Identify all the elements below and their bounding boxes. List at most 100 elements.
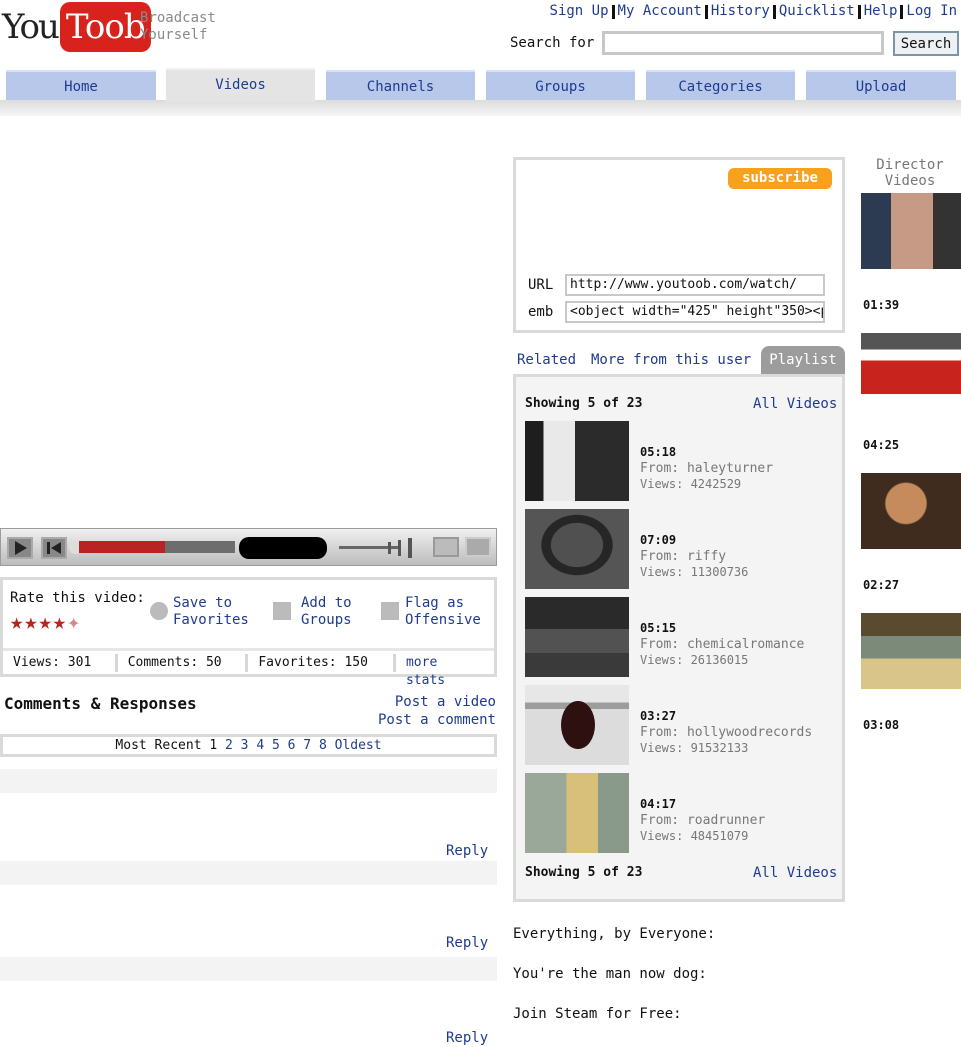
- stats-row: Views: 301 Comments: 50 Favorites: 150 m…: [3, 648, 494, 688]
- signup-link[interactable]: Sign Up: [550, 3, 609, 19]
- views-count: Views: 301: [3, 653, 118, 672]
- playlist-item[interactable]: 05:18 From: haleyturner Views: 4242529: [525, 421, 835, 501]
- favorites-count: Favorites: 150: [248, 653, 396, 672]
- video-duration: 05:15: [640, 621, 677, 635]
- progress-bar[interactable]: [79, 541, 235, 553]
- video-views: Views: 48451079: [640, 829, 749, 843]
- tab-playlist[interactable]: Playlist: [761, 346, 845, 374]
- tab-videos[interactable]: Videos: [166, 68, 315, 102]
- pager-page-link[interactable]: 2: [225, 738, 233, 753]
- tab-upload[interactable]: Upload: [806, 70, 956, 100]
- link-separator: [900, 5, 904, 19]
- video-area[interactable]: [0, 128, 497, 526]
- promo-steam[interactable]: Join Steam for Free:: [513, 1006, 682, 1022]
- video-thumbnail[interactable]: [525, 773, 629, 853]
- quicklist-link[interactable]: Quicklist: [779, 3, 855, 19]
- link-separator: [611, 5, 615, 19]
- star-icon[interactable]: ★: [39, 610, 53, 635]
- video-uploader: From: hollywoodrecords: [640, 725, 813, 740]
- history-link[interactable]: History: [711, 3, 770, 19]
- star-icon[interactable]: ★: [53, 610, 67, 635]
- search-input[interactable]: [602, 31, 884, 55]
- all-videos-link[interactable]: All Videos: [753, 865, 837, 881]
- my-account-link[interactable]: My Account: [618, 3, 702, 19]
- pager-page-link[interactable]: 5: [272, 738, 280, 753]
- help-link[interactable]: Help: [864, 3, 898, 19]
- link-separator: [857, 5, 861, 19]
- post-comment-link[interactable]: Post a comment: [378, 712, 496, 728]
- video-thumbnail[interactable]: [525, 597, 629, 677]
- pager-page-link[interactable]: 8: [319, 738, 327, 753]
- video-uploader: From: chemicalromance: [640, 637, 805, 652]
- rewind-icon: [47, 542, 61, 554]
- fullscreen-icon[interactable]: [433, 537, 459, 557]
- star-icon[interactable]: ★: [24, 610, 38, 635]
- main-nav: Home Videos Channels Groups Categories U…: [0, 68, 961, 116]
- reply-link[interactable]: Reply: [446, 1030, 488, 1046]
- window-icon[interactable]: [465, 537, 491, 557]
- showing-count: Showing 5 of 23: [525, 396, 643, 411]
- post-video-link[interactable]: Post a video: [395, 694, 496, 710]
- time-display: [239, 537, 327, 559]
- promo-man-now-dog[interactable]: You're the man now dog:: [513, 966, 707, 982]
- playlist-item[interactable]: 07:09 From: riffy Views: 11300736: [525, 509, 835, 589]
- director-video-thumbnail[interactable]: [861, 473, 961, 549]
- rewind-button[interactable]: [41, 537, 67, 559]
- video-thumbnail[interactable]: [525, 421, 629, 501]
- subscribe-button[interactable]: subscribe: [728, 168, 832, 189]
- search-button[interactable]: Search: [893, 31, 959, 56]
- tab-groups[interactable]: Groups: [486, 70, 635, 100]
- tab-related[interactable]: Related: [517, 352, 576, 368]
- pager-page-link[interactable]: 3: [241, 738, 249, 753]
- link-separator: [704, 5, 708, 19]
- add-to-groups-link[interactable]: Add to Groups: [301, 595, 371, 629]
- all-videos-link[interactable]: All Videos: [753, 396, 837, 412]
- volume-icon[interactable]: [386, 538, 416, 558]
- star-icon[interactable]: ★: [10, 610, 24, 635]
- logo[interactable]: You Toob: [2, 2, 151, 52]
- login-link[interactable]: Log In: [906, 3, 957, 19]
- flag-offensive-link[interactable]: Flag as Offensive: [405, 595, 495, 629]
- star-rating[interactable]: ★★★★✦: [10, 610, 81, 635]
- progress-fill: [79, 541, 165, 553]
- tab-channels[interactable]: Channels: [326, 70, 475, 100]
- link-separator: [772, 5, 776, 19]
- promo-everything[interactable]: Everything, by Everyone:: [513, 926, 715, 942]
- tab-categories[interactable]: Categories: [646, 70, 795, 100]
- logo-toob: Toob: [59, 2, 151, 52]
- half-star-icon[interactable]: ✦: [67, 610, 81, 635]
- pager-page-link[interactable]: 6: [288, 738, 296, 753]
- reply-link[interactable]: Reply: [446, 935, 488, 951]
- director-video-duration: 04:25: [863, 438, 900, 452]
- video-views: Views: 91532133: [640, 741, 749, 755]
- pager-page-link[interactable]: 4: [256, 738, 264, 753]
- more-stats-link[interactable]: more stats: [396, 654, 494, 688]
- pager-current: 1: [209, 738, 218, 753]
- heart-icon: [150, 602, 168, 620]
- tab-home[interactable]: Home: [6, 70, 156, 100]
- play-button[interactable]: [7, 537, 33, 559]
- video-views: Views: 26136015: [640, 653, 749, 667]
- comment-header-bar: [0, 957, 497, 981]
- video-uploader: From: riffy: [640, 549, 727, 564]
- video-thumbnail[interactable]: [525, 509, 629, 589]
- pager-oldest-link[interactable]: Oldest: [335, 738, 382, 753]
- pager-page-link[interactable]: 7: [303, 738, 311, 753]
- playlist-item[interactable]: 04:17 From: roadrunner Views: 48451079: [525, 773, 835, 853]
- save-to-favorites-link[interactable]: Save to Favorites: [173, 595, 263, 629]
- showing-count: Showing 5 of 23: [525, 865, 643, 880]
- top-links: Sign Up My Account History Quicklist Hel…: [550, 3, 957, 19]
- tab-more-from-user[interactable]: More from this user: [591, 352, 751, 368]
- player-controls: [0, 528, 497, 566]
- video-thumbnail[interactable]: [525, 685, 629, 765]
- director-video-duration: 03:08: [863, 718, 900, 732]
- director-video-thumbnail[interactable]: [861, 193, 961, 269]
- director-video-thumbnail[interactable]: [861, 333, 961, 409]
- director-video-thumbnail[interactable]: [861, 613, 961, 689]
- reply-link[interactable]: Reply: [446, 843, 488, 859]
- pager-most-recent: Most Recent: [115, 738, 202, 753]
- playlist-item[interactable]: 03:27 From: hollywoodrecords Views: 9153…: [525, 685, 835, 765]
- playlist-item[interactable]: 05:15 From: chemicalromance Views: 26136…: [525, 597, 835, 677]
- embed-field[interactable]: <object width="425" height"350><p: [565, 301, 825, 323]
- url-field[interactable]: http://www.youtoob.com/watch/: [565, 274, 825, 296]
